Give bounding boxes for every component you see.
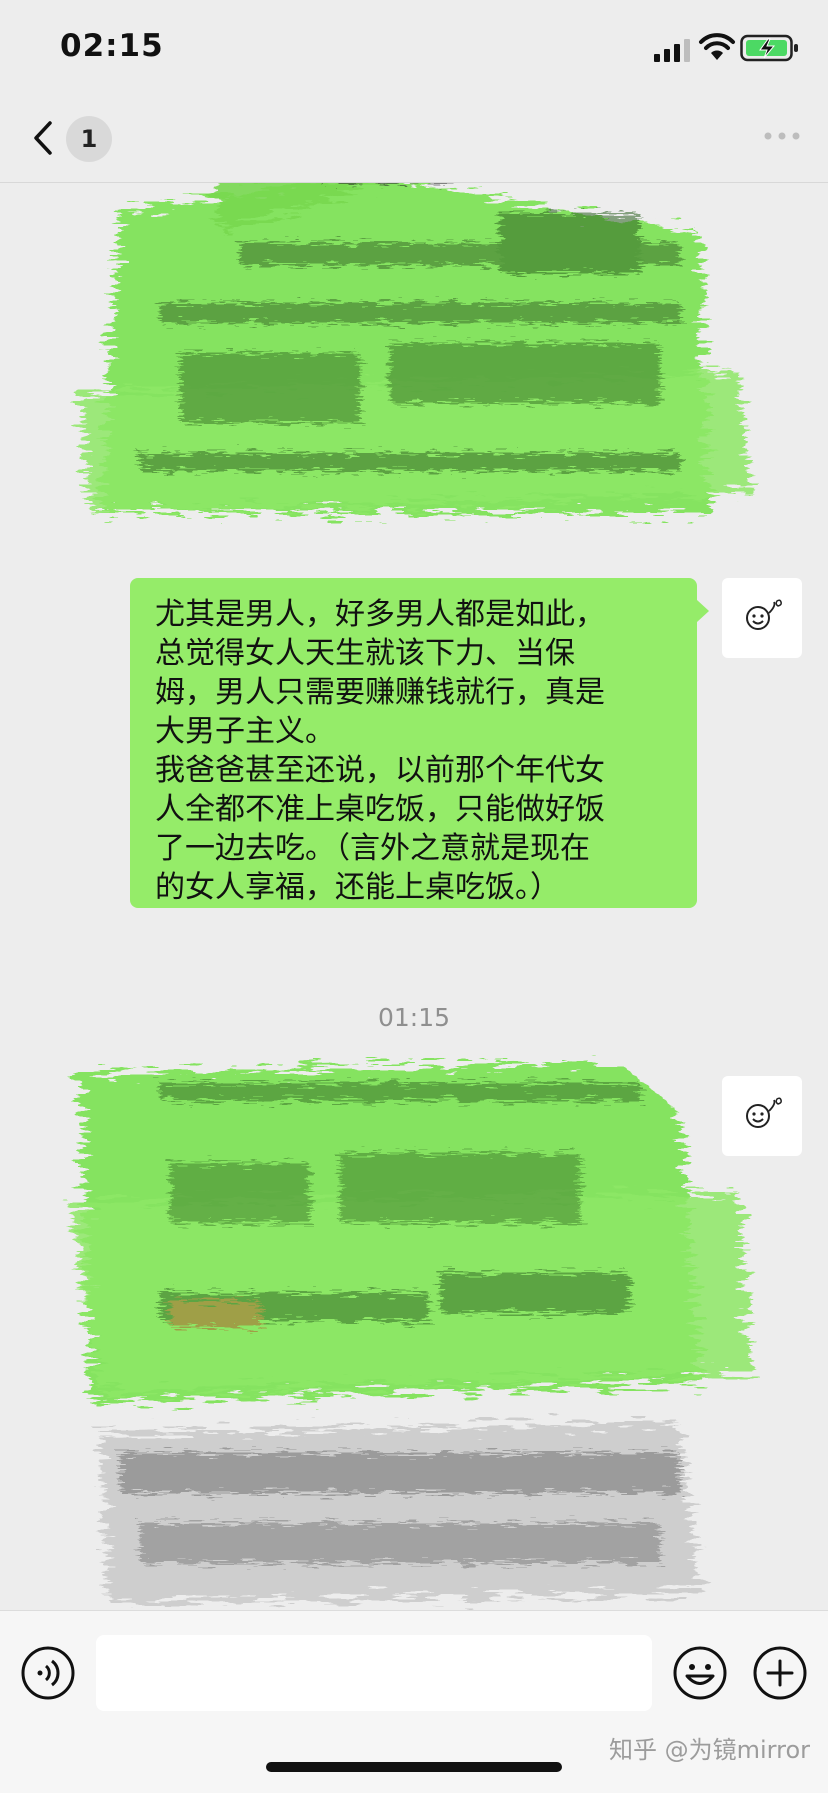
status-time: 02:15	[60, 28, 164, 64]
battery-charging-icon	[740, 34, 798, 62]
emoji-icon[interactable]	[672, 1645, 728, 1701]
message-text: 尤其是男人，好多男人都是如此， 总觉得女人天生就该下力、当保 姆，男人只需要赚赚…	[155, 597, 605, 905]
chat-messages: 尤其是男人，好多男人都是如此， 总觉得女人天生就该下力、当保 姆，男人只需要赚赚…	[0, 183, 828, 1610]
home-indicator	[266, 1762, 562, 1772]
back-button[interactable]: 1	[26, 112, 116, 164]
message-timestamp: 01:15	[377, 1003, 451, 1032]
redacted-message-3	[60, 1053, 760, 1610]
avatar[interactable]	[722, 578, 802, 658]
redacted-message-1	[60, 183, 760, 593]
chevron-left-icon	[34, 121, 52, 155]
bubble-tail	[697, 600, 709, 622]
plus-icon[interactable]	[752, 1645, 808, 1701]
signal-icon	[654, 39, 690, 62]
status-bar: 02:15	[0, 0, 828, 96]
wifi-icon	[699, 33, 735, 60]
unread-count-badge: 1	[66, 116, 112, 162]
voice-icon[interactable]	[20, 1645, 76, 1701]
message-input[interactable]	[96, 1635, 652, 1711]
watermark: 知乎 @为镜mirror	[608, 1736, 810, 1764]
chat-header: 1	[0, 96, 828, 183]
smiley-avatar-icon	[746, 599, 782, 630]
more-dots-icon[interactable]	[762, 128, 802, 144]
